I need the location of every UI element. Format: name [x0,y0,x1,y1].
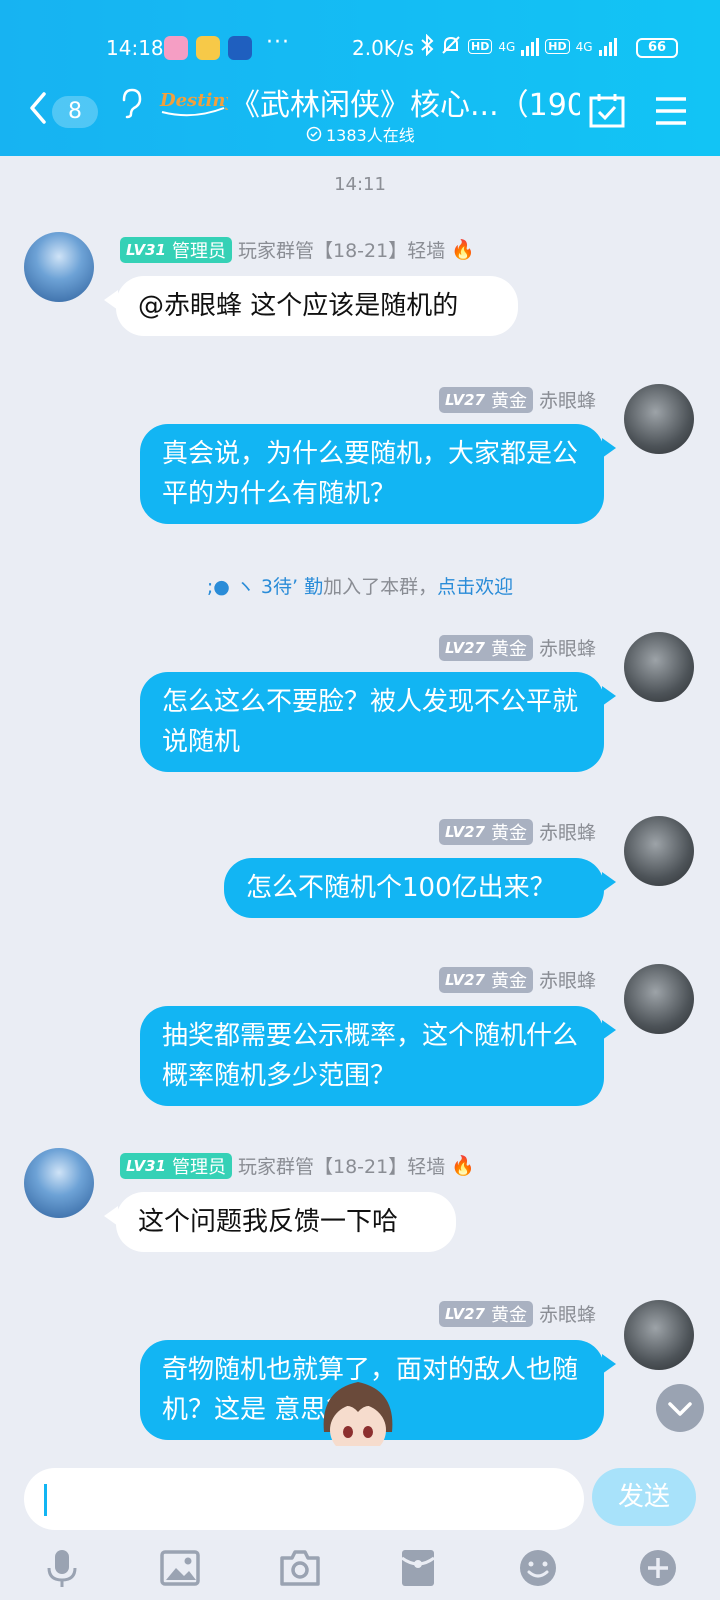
admin-tag: LV31 管理员 [120,236,232,263]
logo-text: Destiny [159,90,228,111]
group-logo: Destiny [158,84,237,120]
4g-label-2: 4G [575,39,593,54]
sender-info: LV27 黄金 赤眼蜂 [439,818,596,845]
avatar-user[interactable] [624,816,694,886]
sender-name: 赤眼蜂 [538,1304,596,1326]
chevron-down-icon [668,1402,692,1416]
avatar-user[interactable] [624,632,694,702]
hd-icon-2: HD [545,39,570,54]
network-speed: 2.0K/s [352,36,415,60]
ear-icon[interactable] [118,86,144,120]
joined-text: 加入了本群， [323,576,438,598]
avatar-admin[interactable] [24,1148,94,1218]
weibo-app-icon [196,36,220,60]
sender-name: 赤眼蜂 [538,822,596,844]
plus-icon[interactable] [636,1546,680,1590]
sender-name: 玩家群管【18-21】轻墙 [237,1156,446,1178]
send-button[interactable]: 发送 [592,1468,696,1526]
online-count: 1383人在线 [306,122,415,146]
signal-icon-2 [598,37,617,56]
sender-info: LV27 黄金 赤眼蜂 [439,386,596,413]
battery-icon: 66 [636,38,678,58]
game-app-icon [164,36,188,60]
bluetooth-icon [420,33,434,59]
unread-count-badge[interactable]: 8 [52,96,98,128]
message-bubble[interactable]: @赤眼蜂 这个应该是随机的 [104,276,518,336]
group-task-icon[interactable] [588,92,626,130]
more-notifications-icon: ··· [266,30,290,55]
hd-icon: HD [468,39,493,54]
avatar-user[interactable] [624,964,694,1034]
message-bubble[interactable]: 真会说，为什么要随机，大家都是公平的为什么有随机？ [140,424,616,524]
avatar-user[interactable] [624,1300,694,1370]
message-bubble[interactable]: 抽奖都需要公示概率，这个随机什么概率随机多少范围？ [140,1006,616,1106]
image-icon[interactable] [158,1546,202,1590]
mute-icon [440,34,462,59]
voice-icon[interactable] [40,1546,84,1590]
sender-name: 玩家群管【18-21】轻墙 [237,240,446,262]
check-circle-icon [306,126,322,142]
sender-name: 赤眼蜂 [538,970,596,992]
avatar-user[interactable] [624,384,694,454]
welcome-link[interactable]: 点击欢迎 [437,576,513,598]
4g-label: 4G [498,39,516,54]
sender-name: 赤眼蜂 [538,390,596,412]
gold-tag: LV27 黄金 [439,386,533,413]
sender-info: LV31 管理员 玩家群管【18-21】轻墙 🔥 [120,236,475,263]
sender-info: LV27 黄金 赤眼蜂 [439,634,596,661]
flame-icon: 🔥 [451,239,475,261]
gold-tag: LV27 黄金 [439,634,533,661]
emoji-icon[interactable] [516,1546,560,1590]
sender-info: LV27 黄金 赤眼蜂 [439,1300,596,1327]
message-bubble[interactable]: 怎么不随机个100亿出来？ [224,858,616,918]
online-count-label: 1383人在线 [326,126,415,145]
cctv-app-icon [228,36,252,60]
group-title[interactable]: 《武林闲侠》核心...（1907） [230,80,580,124]
camera-icon[interactable] [278,1546,322,1590]
text-cursor [44,1484,47,1516]
system-join-notice: ;● ヽ 3待’ 勤加入了本群，点击欢迎 [0,572,720,599]
signal-icon [521,37,540,56]
message-input[interactable] [24,1468,584,1530]
status-icons: HD 4G HD 4G [420,33,617,59]
gold-tag: LV27 黄金 [439,1300,533,1327]
avatar-admin[interactable] [24,232,94,302]
red-packet-icon[interactable] [396,1546,440,1590]
status-time: 14:18 [106,36,164,60]
chat-header: 14:18 ··· 2.0K/s HD 4G HD 4G 66 8 Destin… [0,0,720,156]
gold-tag: LV27 黄金 [439,818,533,845]
status-bar: 14:18 ··· 2.0K/s HD 4G HD 4G 66 [0,30,720,68]
sender-name: 赤眼蜂 [538,638,596,660]
sender-info: LV31 管理员 玩家群管【18-21】轻墙 🔥 [120,1152,475,1179]
scroll-to-bottom-button[interactable] [656,1384,704,1432]
sender-info: LV27 黄金 赤眼蜂 [439,966,596,993]
input-bar: 发送 [0,1446,720,1600]
gold-tag: LV27 黄金 [439,966,533,993]
flame-icon: 🔥 [451,1155,475,1177]
admin-tag: LV31 管理员 [120,1152,232,1179]
timestamp-label: 14:11 [334,174,386,195]
message-bubble[interactable]: 怎么这么不要脸？被人发现不公平就说随机 [140,672,616,772]
message-bubble[interactable]: 这个问题我反馈一下哈 [104,1192,456,1252]
joined-member-name[interactable]: ;● ヽ 3待’ 勤 [207,576,323,598]
menu-icon[interactable] [654,96,688,126]
